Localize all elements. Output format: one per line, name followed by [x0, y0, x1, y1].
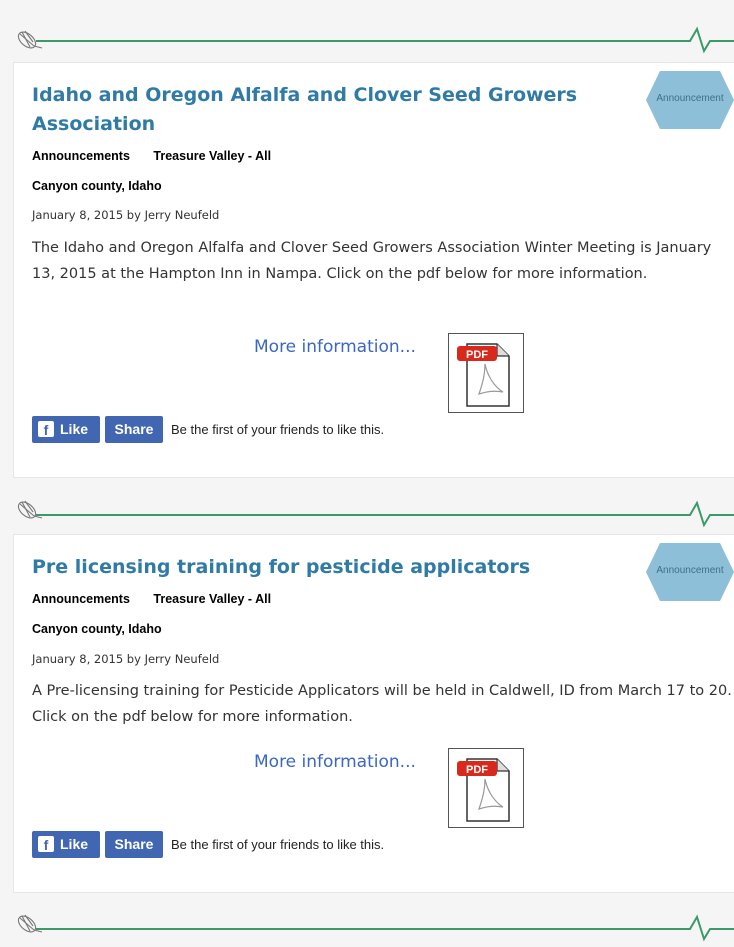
divider-line — [36, 26, 734, 54]
facebook-social-bar: f Like Share Be the first of your friend… — [32, 415, 384, 443]
like-label: Like — [60, 836, 89, 852]
region-tag[interactable]: Treasure Valley - All — [153, 592, 271, 606]
post-body: A Pre-licensing training for Pesticide A… — [32, 683, 732, 725]
more-information-link[interactable]: More information... — [254, 337, 416, 357]
post-card: Pre licensing training for pesticide app… — [13, 534, 734, 893]
facebook-share-button[interactable]: Share — [105, 830, 163, 858]
category-badge[interactable]: Announcement — [646, 543, 734, 601]
section-divider — [0, 22, 734, 62]
svg-text:PDF: PDF — [466, 349, 488, 361]
facebook-share-button[interactable]: Share — [105, 415, 163, 443]
pdf-download-link[interactable]: PDF — [448, 333, 524, 413]
svg-text:PDF: PDF — [466, 764, 488, 776]
category-tag[interactable]: Announcements — [32, 592, 130, 606]
county-tag[interactable]: Canyon county, Idaho — [32, 622, 162, 636]
wheat-sprig-icon — [17, 914, 43, 933]
pdf-download-link[interactable]: PDF — [448, 748, 524, 828]
wheat-sprig-icon — [17, 500, 43, 519]
facebook-f-icon: f — [38, 421, 54, 437]
category-badge[interactable]: Announcement — [646, 71, 734, 129]
facebook-like-button[interactable]: f Like — [32, 415, 100, 443]
category-tag[interactable]: Announcements — [32, 149, 130, 163]
post-byline: January 8, 2015 by Jerry Neufeld — [32, 652, 220, 666]
divider-line — [36, 500, 734, 528]
badge-label: Announcement — [656, 93, 724, 104]
post-body: The Idaho and Oregon Alfalfa and Clover … — [32, 240, 712, 282]
post-tags: Announcements Treasure Valley - All — [32, 149, 291, 163]
facebook-social-bar: f Like Share Be the first of your friend… — [32, 830, 384, 858]
more-information-link[interactable]: More information... — [254, 752, 416, 772]
like-label: Like — [60, 421, 89, 437]
social-text: Be the first of your friends to like thi… — [171, 421, 385, 437]
facebook-f-icon: f — [38, 836, 54, 852]
post-card: Idaho and Oregon Alfalfa and Clover Seed… — [13, 62, 734, 478]
pdf-file-icon: PDF — [457, 758, 510, 822]
divider-line — [36, 914, 734, 942]
social-text: Be the first of your friends to like thi… — [171, 836, 385, 852]
post-title-link[interactable]: Pre licensing training for pesticide app… — [32, 553, 632, 582]
post-byline: January 8, 2015 by Jerry Neufeld — [32, 208, 220, 222]
pdf-file-icon: PDF — [457, 343, 510, 407]
section-divider — [0, 910, 734, 947]
region-tag[interactable]: Treasure Valley - All — [153, 149, 271, 163]
badge-label: Announcement — [656, 565, 724, 576]
post-title-link[interactable]: Idaho and Oregon Alfalfa and Clover Seed… — [32, 81, 592, 139]
section-divider — [0, 496, 734, 536]
facebook-like-button[interactable]: f Like — [32, 830, 100, 858]
county-tag[interactable]: Canyon county, Idaho — [32, 179, 162, 193]
post-tags: Announcements Treasure Valley - All — [32, 592, 291, 606]
